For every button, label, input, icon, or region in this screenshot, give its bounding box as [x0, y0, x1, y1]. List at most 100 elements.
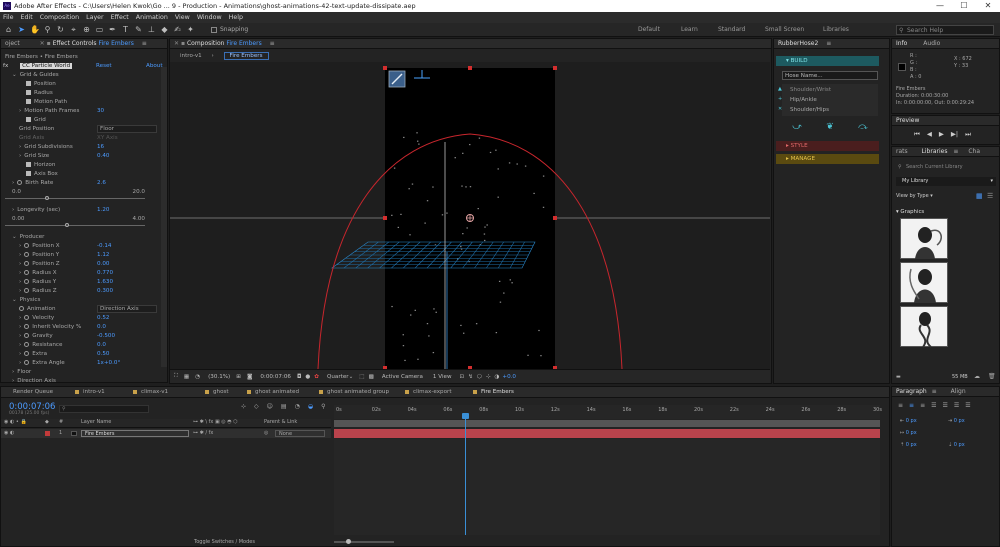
- stopwatch-icon[interactable]: [24, 351, 30, 356]
- camera-dropdown[interactable]: Active Camera: [382, 374, 423, 380]
- tab-composition-name[interactable]: Fire Embers: [226, 40, 261, 47]
- brush-tool-icon[interactable]: ✎: [134, 25, 143, 34]
- grid-icon[interactable]: ▦: [184, 374, 189, 380]
- library-thumbnail[interactable]: [900, 218, 948, 259]
- tab-timeline-intro-v1[interactable]: intro-v1: [75, 387, 105, 397]
- layer-switches[interactable]: ⊶ ✱ / fx: [193, 429, 213, 438]
- property-row[interactable]: › Floor: [12, 368, 155, 376]
- stopwatch-icon[interactable]: [19, 306, 24, 311]
- property-value[interactable]: 1x+0.0°: [97, 359, 120, 367]
- cloud-icon[interactable]: ☁: [974, 373, 980, 380]
- stopwatch-icon[interactable]: [24, 270, 30, 275]
- type-tool-icon[interactable]: T: [121, 25, 130, 34]
- column-layer-name[interactable]: Layer Name: [81, 419, 111, 425]
- property-value[interactable]: 0.50: [97, 350, 109, 358]
- column-parent[interactable]: Parent & Link: [264, 419, 297, 425]
- library-search-input[interactable]: ⚲ Search Current Library: [896, 163, 996, 172]
- property-row[interactable]: Horizon: [26, 161, 155, 169]
- chevron-right-icon[interactable]: ›: [19, 333, 21, 339]
- lock-icon[interactable]: ▪: [47, 40, 51, 47]
- puppet-pin-icon[interactable]: ✦: [186, 25, 195, 34]
- stopwatch-icon[interactable]: [24, 261, 30, 266]
- motion-blur-icon[interactable]: ◔: [295, 403, 300, 410]
- fast-preview-icon[interactable]: ↯: [468, 374, 473, 380]
- property-value[interactable]: 16: [97, 143, 104, 151]
- fit-icon[interactable]: ⊞: [236, 374, 241, 380]
- tab-timeline-fire-embers[interactable]: Fire Embers: [473, 387, 514, 397]
- stopwatch-icon[interactable]: [24, 342, 30, 347]
- chevron-right-icon[interactable]: ›: [12, 369, 14, 375]
- chevron-right-icon[interactable]: ›: [19, 351, 21, 357]
- property-value[interactable]: 0.40: [97, 152, 109, 160]
- menu-view[interactable]: View: [175, 14, 190, 21]
- stopwatch-icon[interactable]: [24, 315, 30, 320]
- stopwatch-icon[interactable]: [24, 243, 30, 248]
- frame-blending-icon[interactable]: ▤: [281, 403, 287, 410]
- link-icon[interactable]: ⚲: [321, 403, 325, 410]
- timeline-search-input[interactable]: ⚲: [59, 405, 149, 413]
- tab-timeline-climax-v1[interactable]: climax-v1: [133, 387, 168, 397]
- menu-effect[interactable]: Effect: [111, 14, 129, 21]
- manage-section[interactable]: ▸ MANAGE: [776, 154, 879, 164]
- chevron-right-icon[interactable]: ›: [19, 342, 21, 348]
- library-dropdown[interactable]: My Library ▾: [896, 177, 996, 186]
- property-row[interactable]: › Direction Axis: [12, 377, 155, 385]
- grid-view-icon[interactable]: ▦: [976, 192, 983, 200]
- snapshot-icon[interactable]: ◙: [247, 374, 252, 380]
- justify-all-icon[interactable]: ☰: [965, 402, 970, 409]
- tab-libraries[interactable]: Libraries: [922, 148, 948, 155]
- rotate-tool-icon[interactable]: ↻: [56, 25, 65, 34]
- list-item[interactable]: Shoulder/Hips: [790, 106, 829, 114]
- checkbox[interactable]: [26, 90, 31, 95]
- graph-editor-icon[interactable]: ◒: [308, 403, 313, 410]
- exposure-value[interactable]: +0.0: [502, 374, 516, 380]
- chevron-right-icon[interactable]: ›: [12, 378, 14, 384]
- menu-composition[interactable]: Composition: [40, 14, 79, 21]
- menu-layer[interactable]: Layer: [86, 14, 104, 21]
- panel-menu-icon[interactable]: ≡: [270, 40, 275, 47]
- current-time[interactable]: 0:00:07:06: [260, 374, 291, 380]
- add-icon[interactable]: +: [778, 94, 782, 104]
- zoom-level[interactable]: (30.1%): [208, 374, 230, 380]
- composition-viewer[interactable]: [170, 62, 770, 369]
- workspace-libraries[interactable]: Libraries: [823, 23, 849, 37]
- delete-icon[interactable]: 🗑: [988, 373, 996, 380]
- new-hose-legs-icon[interactable]: ⤼: [858, 122, 868, 132]
- layer-name[interactable]: Fire Embers: [81, 430, 189, 437]
- label-color[interactable]: [45, 431, 50, 436]
- property-row[interactable]: › Longevity (sec) 1.20: [12, 206, 155, 214]
- chevron-right-icon[interactable]: ›: [19, 153, 21, 159]
- list-item[interactable]: Hip/Ankle: [790, 96, 817, 104]
- align-left-icon[interactable]: ≡: [898, 402, 903, 409]
- comp-mini-flowchart-icon[interactable]: ⊹: [241, 403, 246, 410]
- workspace-learn[interactable]: Learn: [681, 23, 698, 37]
- stopwatch-icon[interactable]: [24, 288, 30, 293]
- align-right-icon[interactable]: ≡: [920, 402, 925, 409]
- property-row[interactable]: Grid Axis XY Axis: [19, 134, 155, 142]
- property-row[interactable]: › Inherit Velocity % 0.0: [19, 323, 155, 331]
- library-thumbnail[interactable]: [900, 262, 948, 303]
- pen-tool-icon[interactable]: ✒: [108, 25, 117, 34]
- chevron-right-icon[interactable]: ›: [12, 207, 14, 213]
- property-value[interactable]: 0.300: [97, 287, 113, 295]
- tab-composition[interactable]: Composition: [187, 40, 224, 47]
- chevron-right-icon[interactable]: ›: [19, 315, 21, 321]
- hand-tool-icon[interactable]: ✋: [30, 25, 40, 34]
- fx-toggle[interactable]: fx: [3, 63, 8, 69]
- tab-rubberhose[interactable]: RubberHose2: [778, 40, 818, 47]
- property-value[interactable]: -0.500: [97, 332, 115, 340]
- menu-animation[interactable]: Animation: [136, 14, 168, 21]
- tab-effects[interactable]: rats: [896, 148, 908, 155]
- chevron-down-icon[interactable]: ⌄: [12, 72, 17, 78]
- tab-timeline-render-queue[interactable]: Render Queue: [5, 387, 53, 397]
- eraser-tool-icon[interactable]: ◆: [160, 25, 169, 34]
- property-value[interactable]: 0.00: [97, 260, 109, 268]
- playhead[interactable]: [465, 417, 466, 535]
- property-value[interactable]: 1.20: [97, 206, 109, 214]
- checkbox[interactable]: [26, 171, 31, 176]
- property-value[interactable]: 0.0: [97, 323, 106, 331]
- breadcrumb-fire-embers[interactable]: Fire Embers: [223, 52, 269, 60]
- property-row[interactable]: › Radius Z 0.300: [19, 287, 155, 295]
- parent-dropdown[interactable]: None: [275, 430, 325, 437]
- property-row[interactable]: ⌄ Grid & Guides: [12, 71, 155, 79]
